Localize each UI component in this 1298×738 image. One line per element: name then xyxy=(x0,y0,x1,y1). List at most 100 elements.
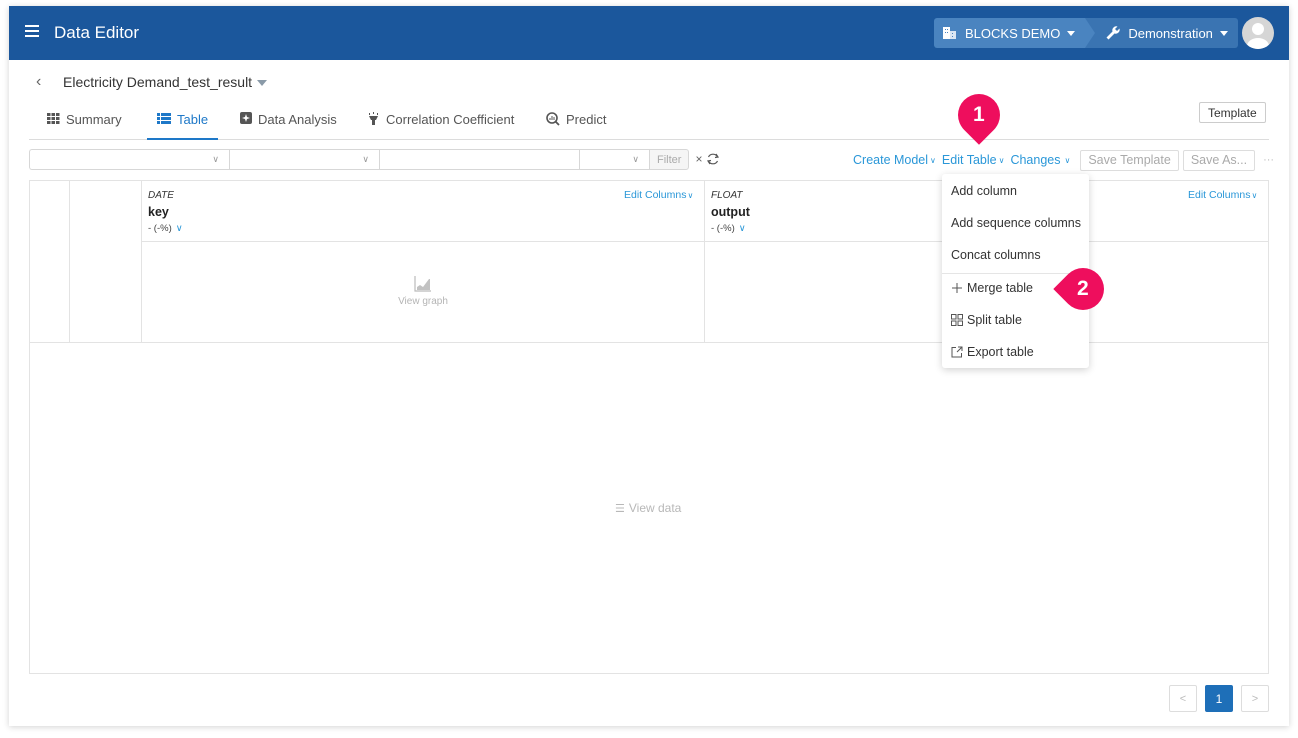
chevron-down-icon: ∨ xyxy=(998,155,1005,165)
changes-label: Changes xyxy=(1010,153,1061,167)
menu-item-merge-table[interactable]: Merge table xyxy=(951,281,1033,295)
callout-number: 2 xyxy=(1077,277,1089,300)
view-graph-button[interactable]: View graph xyxy=(397,276,449,307)
edit-table-label: Edit Table xyxy=(941,153,997,167)
column-stat[interactable]: - (-%) ∨ xyxy=(148,223,183,234)
menu-item-add-sequence-columns[interactable]: Add sequence columns xyxy=(951,216,1081,230)
operator-select[interactable]: ∨ xyxy=(229,149,379,170)
table-actions: Create Model ∨ Edit Table ∨ Changes ∨ Save … xyxy=(853,149,1274,171)
menu-item-export-table[interactable]: Export table xyxy=(951,345,1034,359)
prev-page-button[interactable]: < xyxy=(1169,685,1197,712)
export-icon xyxy=(951,346,963,358)
grid-divider xyxy=(704,181,705,342)
pagination: < 1 > xyxy=(1169,685,1269,712)
tab-correlation-coefficient[interactable]: Correlation Coefficient xyxy=(367,112,514,140)
chevron-down-icon: ∨ xyxy=(362,154,369,164)
menu-item-label: Export table xyxy=(967,345,1034,359)
tab-label: Table xyxy=(177,112,209,127)
back-chevron-icon[interactable]: ‹ xyxy=(36,73,41,91)
org-project-switcher: BLOCKS DEMO Demonstration xyxy=(934,18,1238,48)
tab-predict[interactable]: Predict xyxy=(546,112,606,140)
grid-divider xyxy=(141,181,142,342)
refresh-icon[interactable] xyxy=(706,152,720,166)
view-data-label: View data xyxy=(628,501,682,515)
column-type: DATE xyxy=(148,190,174,201)
type-select[interactable]: ∨ xyxy=(579,149,649,170)
create-model-dropdown[interactable]: Create Model ∨ xyxy=(853,153,936,167)
plus-icon xyxy=(952,283,962,293)
menu-item-split-table[interactable]: Split table xyxy=(951,313,1022,327)
predict-search-icon xyxy=(546,112,560,129)
chevron-down-icon: ∨ xyxy=(930,155,936,165)
split-grid-icon xyxy=(951,314,963,326)
grid-icon xyxy=(47,112,60,127)
top-header: Data Editor BLOCKS DEMO Demonstration xyxy=(9,6,1289,60)
list-icon: ☰ xyxy=(615,503,625,515)
edit-table-menu: Add column Add sequence columns Concat c… xyxy=(942,174,1089,368)
building-icon xyxy=(943,27,956,39)
tab-table[interactable]: Table xyxy=(147,112,219,140)
changes-dropdown[interactable]: Changes ∨ xyxy=(1010,153,1070,167)
dataset-title: Electricity Demand_test_result xyxy=(63,74,253,90)
column-type: FLOAT xyxy=(711,190,743,201)
edit-columns-label: Edit Columns xyxy=(1188,189,1251,201)
tab-bar: Summary Table Data Analysis Correlation … xyxy=(29,106,1269,140)
next-page-button[interactable]: > xyxy=(1241,685,1269,712)
edit-table-dropdown[interactable]: Edit Table ∨ xyxy=(942,153,1005,167)
page-1-button[interactable]: 1 xyxy=(1205,685,1233,712)
edit-columns-dropdown[interactable]: Edit Columns∨ xyxy=(1188,189,1257,201)
column-stat[interactable]: - (-%) ∨ xyxy=(711,223,746,234)
chevron-down-icon: ∨ xyxy=(632,154,639,164)
caret-down-icon xyxy=(1219,30,1228,36)
tab-data-analysis[interactable]: Data Analysis xyxy=(240,112,337,140)
column-stat-text: - (-%) xyxy=(148,223,172,234)
hamburger-menu-icon[interactable] xyxy=(25,25,39,39)
app-window: Data Editor BLOCKS DEMO Demonstration ‹ … xyxy=(9,6,1289,726)
menu-item-add-column[interactable]: Add column xyxy=(951,184,1017,198)
column-select[interactable]: ∨ xyxy=(29,149,229,170)
tab-label: Correlation Coefficient xyxy=(386,112,515,127)
chevron-down-icon: ∨ xyxy=(1064,155,1071,165)
template-button[interactable]: Template xyxy=(1199,102,1266,123)
column-stat-text: - (-%) xyxy=(711,223,735,234)
chevron-down-icon: ∨ xyxy=(175,223,183,234)
org-selector[interactable]: BLOCKS DEMO xyxy=(934,18,1096,48)
menu-item-label: Merge table xyxy=(967,281,1034,295)
project-name: Demonstration xyxy=(1128,25,1213,41)
filter-value-input[interactable] xyxy=(379,149,579,170)
chevron-down-icon: ∨ xyxy=(212,154,219,164)
create-model-label: Create Model xyxy=(853,153,929,167)
area-chart-icon xyxy=(414,276,431,292)
analysis-icon xyxy=(240,112,252,127)
save-as-button[interactable]: Save As... xyxy=(1182,149,1256,171)
lamp-icon xyxy=(367,112,380,128)
user-icon xyxy=(1247,23,1269,49)
user-avatar[interactable] xyxy=(1242,17,1274,49)
wrench-icon xyxy=(1106,26,1121,40)
view-graph-label: View graph xyxy=(398,296,448,307)
project-selector[interactable]: Demonstration xyxy=(1085,18,1238,48)
more-options-icon[interactable]: ··· xyxy=(1263,154,1274,166)
caret-down-icon xyxy=(257,80,268,87)
view-data-button[interactable]: ☰ View data xyxy=(615,501,681,515)
filter-button[interactable]: Filter xyxy=(649,149,690,170)
tab-summary[interactable]: Summary xyxy=(47,112,122,140)
callout-number: 1 xyxy=(973,103,985,126)
dataset-title-dropdown[interactable]: Electricity Demand_test_result xyxy=(63,74,268,90)
chevron-down-icon: ∨ xyxy=(738,223,746,234)
edit-columns-label: Edit Columns xyxy=(624,189,687,201)
column-name: key xyxy=(148,205,169,219)
org-name: BLOCKS DEMO xyxy=(965,25,1061,41)
clear-filter-icon[interactable]: × xyxy=(695,149,702,171)
menu-item-label: Split table xyxy=(967,313,1022,327)
caret-down-icon xyxy=(1067,30,1076,36)
filter-bar: ∨ ∨ ∨ Filter × xyxy=(29,149,720,171)
menu-item-label: Add column xyxy=(951,184,1018,198)
save-template-button[interactable]: Save Template xyxy=(1080,149,1179,171)
grid-divider xyxy=(69,181,70,342)
grid-divider xyxy=(141,241,1269,242)
edit-columns-dropdown[interactable]: Edit Columns∨ xyxy=(624,189,693,201)
chevron-down-icon: ∨ xyxy=(1251,191,1258,200)
menu-item-concat-columns[interactable]: Concat columns xyxy=(951,248,1041,262)
table-icon xyxy=(157,112,171,127)
